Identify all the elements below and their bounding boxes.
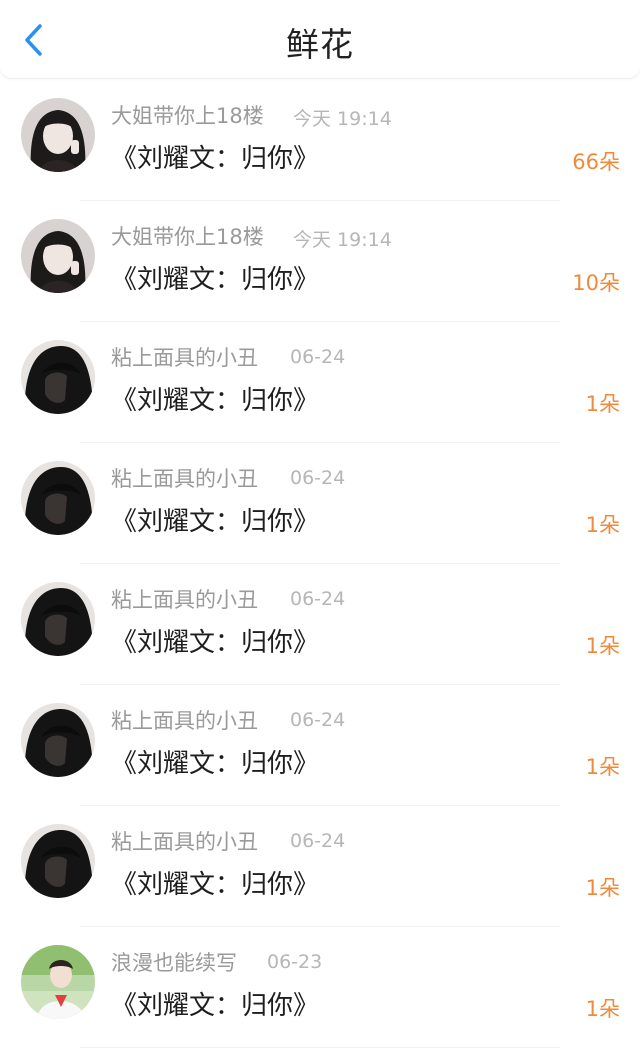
list-item[interactable]: 粘上面具的小丑 06-24 《刘耀文：归你》 1朵	[0, 685, 640, 806]
avatar[interactable]	[21, 945, 95, 1019]
timestamp: 06-24	[290, 830, 346, 852]
flower-count: 1朵	[585, 634, 620, 658]
flower-count: 66朵	[572, 150, 620, 174]
list-item[interactable]: 大姐带你上18楼 今天 19:14 《刘耀文：归你》 66朵	[0, 80, 640, 201]
list-item[interactable]: 大姐带你上18楼 今天 19:14 《刘耀文：归你》 10朵	[0, 201, 640, 322]
avatar[interactable]	[21, 703, 95, 777]
sender-name: 浪漫也能续写	[111, 951, 237, 975]
timestamp: 今天 19:14	[293, 229, 392, 251]
page-title: 鲜花	[286, 25, 354, 64]
sender-name: 粘上面具的小丑	[111, 830, 258, 854]
flower-count: 1朵	[585, 997, 620, 1021]
avatar[interactable]	[21, 340, 95, 414]
flower-count: 1朵	[585, 392, 620, 416]
avatar[interactable]	[21, 98, 95, 172]
message-text: 《刘耀文：归你》	[111, 991, 320, 1021]
timestamp: 06-24	[290, 467, 346, 489]
flower-count: 10朵	[572, 271, 620, 295]
flower-count: 1朵	[585, 755, 620, 779]
navigation-bar: 鲜花	[0, 0, 640, 79]
sender-name: 粘上面具的小丑	[111, 346, 258, 370]
message-text: 《刘耀文：归你》	[111, 870, 320, 900]
timestamp: 06-23	[267, 951, 323, 973]
avatar[interactable]	[21, 219, 95, 293]
message-text: 《刘耀文：归你》	[111, 386, 320, 416]
sender-name: 大姐带你上18楼	[111, 225, 264, 249]
timestamp: 06-24	[290, 588, 346, 610]
message-text: 《刘耀文：归你》	[111, 265, 320, 295]
flower-count: 1朵	[585, 513, 620, 537]
sender-name: 粘上面具的小丑	[111, 588, 258, 612]
timestamp: 06-24	[290, 709, 346, 731]
flower-record-list: 大姐带你上18楼 今天 19:14 《刘耀文：归你》 66朵 大姐带你上18楼 …	[0, 80, 640, 1048]
message-text: 《刘耀文：归你》	[111, 628, 320, 658]
list-item[interactable]: 粘上面具的小丑 06-24 《刘耀文：归你》 1朵	[0, 443, 640, 564]
timestamp: 今天 19:14	[293, 108, 392, 130]
list-item[interactable]: 粘上面具的小丑 06-24 《刘耀文：归你》 1朵	[0, 806, 640, 927]
flower-count: 1朵	[585, 876, 620, 900]
avatar[interactable]	[21, 824, 95, 898]
message-text: 《刘耀文：归你》	[111, 144, 320, 174]
message-text: 《刘耀文：归你》	[111, 507, 320, 537]
sender-name: 粘上面具的小丑	[111, 709, 258, 733]
list-item[interactable]: 浪漫也能续写 06-23 《刘耀文：归你》 1朵	[0, 927, 640, 1048]
avatar[interactable]	[21, 582, 95, 656]
timestamp: 06-24	[290, 346, 346, 368]
sender-name: 大姐带你上18楼	[111, 104, 264, 128]
message-text: 《刘耀文：归你》	[111, 749, 320, 779]
avatar[interactable]	[21, 461, 95, 535]
list-item[interactable]: 粘上面具的小丑 06-24 《刘耀文：归你》 1朵	[0, 564, 640, 685]
sender-name: 粘上面具的小丑	[111, 467, 258, 491]
list-item[interactable]: 粘上面具的小丑 06-24 《刘耀文：归你》 1朵	[0, 322, 640, 443]
